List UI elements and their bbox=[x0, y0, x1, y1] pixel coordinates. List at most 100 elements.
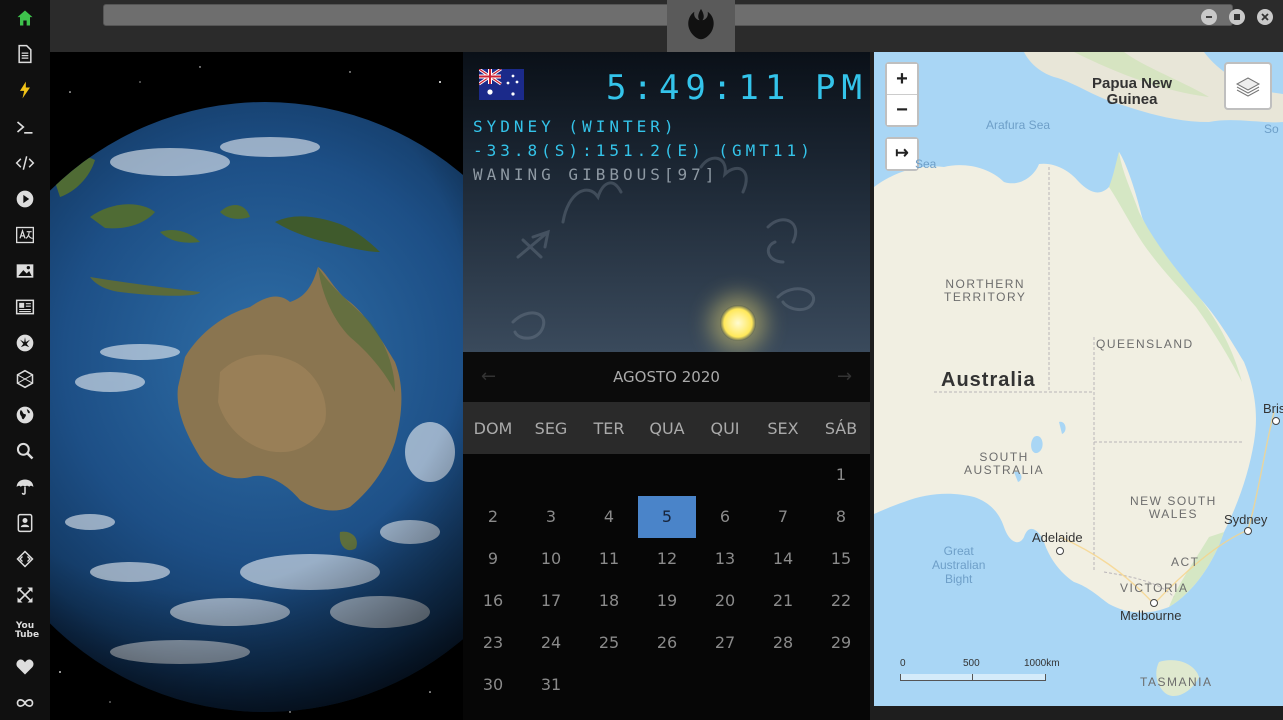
label-south-australia: SOUTH AUSTRALIA bbox=[964, 450, 1045, 477]
calendar-day[interactable]: 19 bbox=[638, 580, 696, 622]
globe-panel[interactable] bbox=[50, 52, 463, 720]
play-icon[interactable] bbox=[13, 187, 37, 211]
australia-flag-icon bbox=[479, 69, 524, 100]
map-scale: 0 500 1000km bbox=[900, 658, 1060, 682]
layers-icon bbox=[1235, 77, 1261, 97]
map-panel[interactable]: + − ↦ Papua New Guinea Arafura Sea So Se… bbox=[874, 52, 1283, 706]
news-icon[interactable] bbox=[13, 295, 37, 319]
lightning-icon[interactable] bbox=[13, 78, 37, 102]
scale-0: 0 bbox=[900, 658, 906, 669]
label-sydney: Sydney bbox=[1224, 512, 1268, 527]
label-northern-territory: NORTHERN TERRITORY bbox=[944, 277, 1027, 304]
umbrella-icon[interactable] bbox=[13, 475, 37, 499]
heart-icon[interactable] bbox=[13, 655, 37, 679]
calendar-day[interactable]: 22 bbox=[812, 580, 870, 622]
arrow-button[interactable]: ↦ bbox=[887, 139, 917, 169]
calendar-day[interactable]: 21 bbox=[754, 580, 812, 622]
diamond-code-icon[interactable] bbox=[13, 547, 37, 571]
weekday-label: QUI bbox=[710, 419, 740, 438]
layers-button[interactable] bbox=[1224, 62, 1272, 110]
translate-icon[interactable] bbox=[13, 223, 37, 247]
weekday-label: QUA bbox=[649, 419, 685, 438]
contacts-icon[interactable] bbox=[13, 511, 37, 535]
document-icon[interactable] bbox=[13, 42, 37, 66]
calendar-day[interactable]: 11 bbox=[580, 538, 638, 580]
rebel-alliance-icon[interactable] bbox=[13, 331, 37, 355]
label-arafura-sea: Arafura Sea bbox=[986, 118, 1051, 132]
sidebar: You Tube bbox=[0, 0, 51, 720]
maximize-button[interactable] bbox=[1229, 9, 1245, 25]
calendar-day[interactable]: 17 bbox=[522, 580, 580, 622]
label-victoria: VICTORIA bbox=[1120, 581, 1189, 595]
calendar: ← AGOSTO 2020 → DOM SEG TER QUA QUI SEX SÁB 12… bbox=[463, 352, 870, 720]
search-icon[interactable] bbox=[13, 439, 37, 463]
zoom-in-button[interactable]: + bbox=[887, 64, 917, 95]
calendar-day[interactable]: 3 bbox=[522, 496, 580, 538]
zoom-out-button[interactable]: − bbox=[887, 95, 917, 125]
calendar-day[interactable]: 28 bbox=[754, 622, 812, 664]
infinity-icon[interactable] bbox=[13, 691, 37, 715]
label-australia: Australia bbox=[941, 369, 1036, 391]
calendar-title: AGOSTO 2020 bbox=[613, 368, 720, 386]
calendar-day[interactable]: 18 bbox=[580, 580, 638, 622]
arrow-control: ↦ bbox=[885, 137, 919, 171]
map-canvas[interactable] bbox=[874, 52, 1283, 706]
clock-time: 5:49:11 bbox=[606, 68, 792, 108]
clock-ampm: PM bbox=[815, 68, 868, 108]
calendar-day[interactable]: 9 bbox=[464, 538, 522, 580]
sun-icon bbox=[720, 305, 756, 341]
calendar-day-selected[interactable]: 5 bbox=[638, 496, 696, 538]
calendar-day[interactable]: 29 bbox=[812, 622, 870, 664]
calendar-header: ← AGOSTO 2020 → bbox=[463, 352, 870, 402]
earth-globe[interactable] bbox=[50, 52, 463, 720]
label-adelaide: Adelaide bbox=[1032, 530, 1083, 545]
calendar-day[interactable]: 27 bbox=[696, 622, 754, 664]
image-icon[interactable] bbox=[13, 259, 37, 283]
brisbane-dot bbox=[1272, 417, 1280, 425]
calendar-day[interactable]: 10 bbox=[522, 538, 580, 580]
calendar-weekday-row: DOM SEG TER QUA QUI SEX SÁB bbox=[463, 402, 870, 454]
calendar-day[interactable]: 12 bbox=[638, 538, 696, 580]
rebel-logo-icon bbox=[688, 8, 714, 40]
weekday-label: DOM bbox=[473, 419, 513, 438]
calendar-day[interactable]: 8 bbox=[812, 496, 870, 538]
calendar-day[interactable]: 6 bbox=[696, 496, 754, 538]
melbourne-dot bbox=[1150, 599, 1158, 607]
calendar-day[interactable]: 20 bbox=[696, 580, 754, 622]
calendar-day[interactable]: 25 bbox=[580, 622, 638, 664]
label-brisbane: Brisb bbox=[1263, 401, 1283, 416]
weekday-label: SÁB bbox=[824, 419, 858, 438]
calendar-day[interactable]: 2 bbox=[464, 496, 522, 538]
label-act: ACT bbox=[1171, 555, 1200, 569]
top-bar bbox=[50, 0, 1283, 52]
zoom-control: + − bbox=[885, 62, 919, 127]
youtube-icon[interactable]: You Tube bbox=[13, 619, 39, 643]
calendar-day[interactable]: 24 bbox=[522, 622, 580, 664]
label-new-south-wales: NEW SOUTH WALES bbox=[1130, 494, 1217, 521]
hexagon-icon[interactable] bbox=[13, 367, 37, 391]
calendar-day[interactable]: 7 bbox=[754, 496, 812, 538]
terminal-icon[interactable] bbox=[13, 115, 37, 139]
calendar-day[interactable]: 30 bbox=[464, 664, 522, 706]
calendar-day[interactable]: 31 bbox=[522, 664, 580, 706]
home-icon[interactable] bbox=[13, 6, 37, 30]
calendar-day[interactable]: 15 bbox=[812, 538, 870, 580]
clock-panel: 5:49:11 PM SYDNEY (WINTER) -33.8(S):151.… bbox=[463, 52, 870, 352]
next-month-button[interactable]: → bbox=[837, 366, 852, 387]
close-button[interactable] bbox=[1257, 9, 1273, 25]
code-icon[interactable] bbox=[13, 151, 37, 175]
label-papua-new-guinea: Papua New Guinea bbox=[1092, 75, 1173, 108]
calendar-day[interactable]: 26 bbox=[638, 622, 696, 664]
calendar-day[interactable]: 13 bbox=[696, 538, 754, 580]
calendar-day[interactable]: 16 bbox=[464, 580, 522, 622]
calendar-day[interactable]: 14 bbox=[754, 538, 812, 580]
expand-icon[interactable] bbox=[13, 583, 37, 607]
logo-tab[interactable] bbox=[667, 0, 735, 52]
calendar-day[interactable]: 23 bbox=[464, 622, 522, 664]
city-line: SYDNEY (WINTER) bbox=[473, 117, 678, 136]
calendar-day[interactable]: 1 bbox=[812, 454, 870, 496]
label-sea: Sea bbox=[915, 157, 937, 171]
globe-icon[interactable] bbox=[13, 403, 37, 427]
minimize-button[interactable] bbox=[1201, 9, 1217, 25]
calendar-day[interactable]: 4 bbox=[580, 496, 638, 538]
